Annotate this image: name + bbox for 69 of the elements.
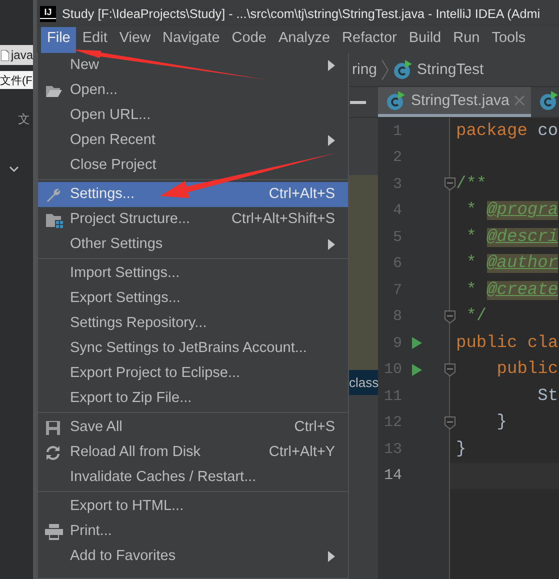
code-line: * @create bbox=[465, 280, 558, 300]
menu-item[interactable]: Sync Settings to JetBrains Account... bbox=[38, 336, 348, 361]
breadcrumb[interactable]: ring bbox=[352, 61, 378, 78]
app-logo: IJ bbox=[40, 6, 56, 22]
menu-item[interactable]: 文件(F bbox=[0, 71, 33, 89]
menu-item[interactable]: Other Settings bbox=[38, 232, 348, 257]
breadcrumb[interactable]: StringTest bbox=[417, 61, 484, 78]
code-line: * @author bbox=[465, 254, 558, 274]
code-line: public cla bbox=[456, 334, 558, 353]
menu-item[interactable]: Export Project to Eclipse... bbox=[38, 361, 348, 386]
menu-bar-item[interactable]: Code bbox=[226, 27, 272, 53]
printer-icon bbox=[45, 524, 63, 540]
menu-item[interactable]: Save All Ctrl+S bbox=[38, 415, 348, 440]
browser-tab[interactable]: java bbox=[0, 45, 33, 65]
chevron-right-icon bbox=[381, 58, 390, 80]
code-line: * @progra bbox=[465, 201, 558, 220]
menu-item[interactable]: Export Settings... bbox=[38, 286, 348, 311]
code-line: St bbox=[536, 386, 558, 406]
menu-bar-item[interactable]: Refactor bbox=[336, 27, 403, 53]
code-line: } bbox=[456, 440, 466, 459]
code-line: /** bbox=[456, 174, 487, 194]
menu-item[interactable]: Export to HTML... bbox=[38, 494, 348, 519]
code-line: * @descri bbox=[465, 228, 558, 247]
chevron-down-icon[interactable] bbox=[9, 166, 19, 173]
menu-bar-item[interactable]: Navigate bbox=[156, 27, 226, 53]
reload-icon bbox=[45, 444, 61, 460]
code-line: */ bbox=[465, 307, 487, 326]
menu-item[interactable]: Invalidate Caches / Restart... bbox=[38, 465, 348, 490]
folder-icon bbox=[45, 84, 63, 98]
fold-icon[interactable] bbox=[444, 362, 456, 377]
sidebar-label: 文 bbox=[18, 111, 30, 128]
code-line: package co bbox=[456, 122, 558, 141]
fold-icon[interactable] bbox=[444, 310, 456, 324]
menu-bar-item[interactable]: Run bbox=[447, 27, 486, 53]
menu-bar-item[interactable]: View bbox=[113, 27, 157, 53]
run-icon[interactable] bbox=[412, 337, 422, 350]
line-number: 14 bbox=[382, 467, 402, 484]
menu-item[interactable]: Close Project bbox=[38, 153, 348, 178]
code-line: } bbox=[496, 413, 508, 432]
menu-item[interactable]: Import Settings... bbox=[38, 261, 348, 286]
wrench-icon bbox=[45, 186, 61, 202]
fold-icon[interactable] bbox=[444, 416, 456, 430]
menu-item[interactable]: Project Structure... Ctrl+Alt+Shift+S bbox=[38, 207, 348, 232]
menu-bar-item[interactable]: File bbox=[41, 27, 76, 53]
run-icon[interactable] bbox=[412, 364, 422, 376]
fold-icon[interactable] bbox=[444, 177, 456, 192]
menu-bar-item[interactable]: Edit bbox=[76, 27, 114, 53]
menu-item[interactable]: Export to Zip File... bbox=[38, 386, 348, 411]
menu-item[interactable]: Settings Repository... bbox=[38, 311, 348, 336]
menu-item[interactable]: Open Recent bbox=[38, 128, 348, 153]
menu-bar-item[interactable]: Build bbox=[402, 27, 448, 53]
menu-item[interactable]: Settings... Ctrl+Alt+S bbox=[38, 182, 348, 207]
class-icon bbox=[386, 90, 406, 110]
menu-item[interactable]: New bbox=[38, 53, 348, 78]
folder-icon bbox=[45, 212, 63, 228]
class-icon bbox=[393, 60, 414, 80]
menu-item[interactable]: Reload All from Disk Ctrl+Alt+Y bbox=[38, 440, 348, 465]
window-title: Study [F:\IdeaProjects\Study] - ...\src\com\tj\string\StringTest.java - IntelliJ IDEA (Admi bbox=[62, 6, 540, 20]
menu-bar-item[interactable]: Analyze bbox=[272, 27, 336, 53]
menu-item[interactable]: Add to Favorites bbox=[38, 544, 348, 569]
code-line: public bbox=[496, 360, 558, 380]
editor-tab[interactable]: StringTest.java bbox=[378, 87, 532, 117]
minimize-icon[interactable] bbox=[350, 100, 366, 104]
menu-item[interactable]: Open URL... bbox=[38, 103, 348, 128]
menu-item[interactable]: Print... bbox=[38, 519, 348, 544]
document-icon bbox=[1, 50, 9, 60]
tree-item[interactable]: class bbox=[349, 370, 378, 395]
menu-item[interactable]: Open... bbox=[38, 78, 348, 103]
menu-bar-item[interactable]: Tools bbox=[486, 27, 532, 53]
